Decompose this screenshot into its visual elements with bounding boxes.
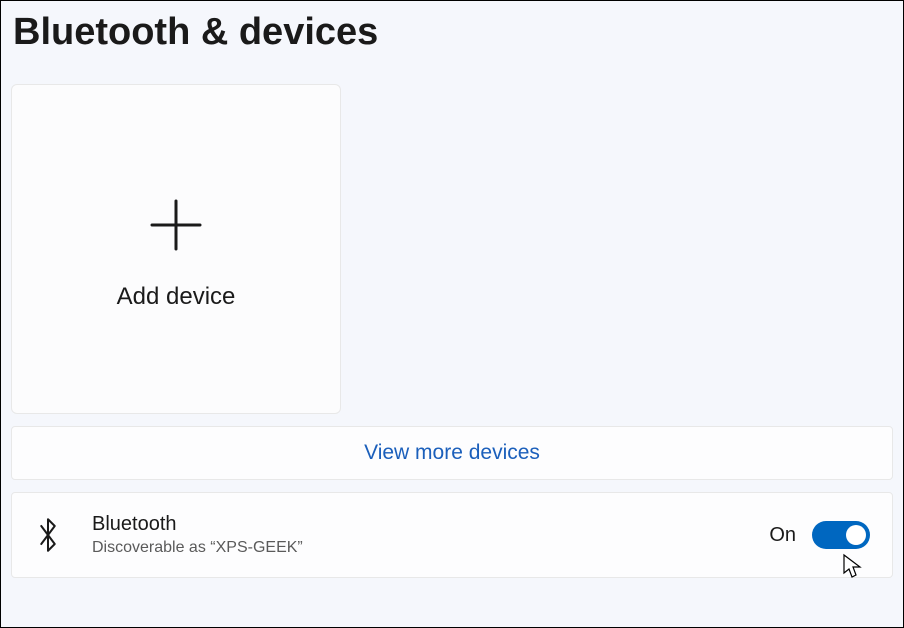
- bluetooth-title: Bluetooth: [92, 511, 769, 537]
- settings-panel: Bluetooth & devices Add device View more…: [1, 1, 903, 588]
- add-device-label: Add device: [117, 283, 236, 311]
- cursor-icon: [842, 553, 862, 579]
- bluetooth-text: Bluetooth Discoverable as “XPS-GEEK”: [92, 511, 769, 559]
- bluetooth-toggle-group: On: [769, 521, 870, 549]
- toggle-knob: [846, 525, 866, 545]
- add-device-card[interactable]: Add device: [11, 84, 341, 414]
- bluetooth-icon: [34, 517, 62, 553]
- bluetooth-subtitle: Discoverable as “XPS-GEEK”: [92, 537, 769, 559]
- view-more-devices-button[interactable]: View more devices: [11, 426, 893, 480]
- bluetooth-row: Bluetooth Discoverable as “XPS-GEEK” On: [11, 492, 893, 578]
- page-title: Bluetooth & devices: [13, 11, 893, 54]
- toggle-status-label: On: [769, 524, 796, 547]
- bluetooth-toggle[interactable]: [812, 521, 870, 549]
- plus-icon: [148, 197, 204, 253]
